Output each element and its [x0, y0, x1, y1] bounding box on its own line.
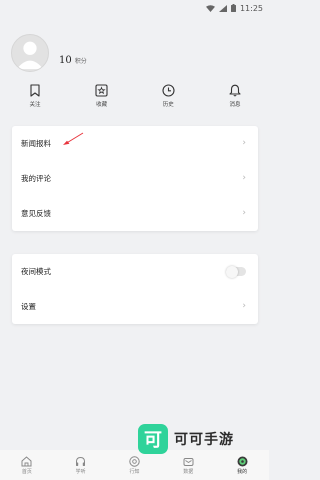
- bottom-nav: 首页 学听 行知 数据 我的: [0, 450, 269, 480]
- signal-icon: [218, 4, 227, 12]
- messages-label: 消息: [229, 102, 241, 108]
- bell-icon: [229, 84, 241, 97]
- watermark-text: 可可手游: [174, 432, 234, 448]
- star-box-icon: [95, 84, 108, 97]
- nav-data[interactable]: 数据: [168, 456, 208, 475]
- nav-listen-label: 学听: [75, 468, 86, 475]
- watermark: 可 可可手游: [138, 424, 234, 454]
- nav-explore[interactable]: 行知: [114, 455, 154, 475]
- feedback-label: 意见反馈: [21, 209, 51, 218]
- menu-group-primary: 新闻报料 › 我的评论 › 意见反馈 ›: [12, 126, 258, 231]
- status-bar: 11:25: [0, 0, 269, 16]
- nav-explore-label: 行知: [129, 468, 140, 475]
- nav-profile-label: 我的: [237, 468, 248, 475]
- night-mode-item: 夜间模式: [12, 254, 258, 289]
- wifi-icon: [205, 4, 215, 12]
- points-unit: 积分: [74, 58, 87, 65]
- news-tip-label: 新闻报料: [21, 139, 51, 148]
- points-value: 10: [59, 55, 72, 66]
- favorites-label: 收藏: [96, 102, 108, 108]
- annotation-arrow-icon: [63, 132, 84, 145]
- menu-group-secondary: 夜间模式 设置 ›: [12, 254, 258, 324]
- news-tip-item[interactable]: 新闻报料 ›: [12, 126, 258, 161]
- chevron-right-icon: ›: [242, 173, 246, 183]
- default-avatar-icon: [16, 41, 44, 70]
- avatar[interactable]: [11, 34, 49, 72]
- clock-icon: [162, 84, 175, 97]
- mail-icon: [183, 457, 194, 466]
- watermark-logo: 可: [138, 424, 168, 454]
- my-comments-item[interactable]: 我的评论 ›: [12, 161, 258, 196]
- night-mode-toggle[interactable]: [226, 265, 246, 278]
- history-label: 历史: [162, 102, 174, 108]
- chevron-right-icon: ›: [242, 208, 246, 218]
- my-comments-label: 我的评论: [21, 174, 51, 183]
- battery-icon: [230, 4, 236, 12]
- compass-icon: [129, 455, 140, 467]
- follow-label: 关注: [29, 102, 41, 108]
- points-display[interactable]: 10 积分: [59, 55, 87, 66]
- nav-listen[interactable]: 学听: [61, 456, 101, 475]
- home-icon: [21, 455, 32, 466]
- profile-header: 10 积分: [11, 34, 87, 72]
- history-button[interactable]: 历史: [145, 84, 191, 114]
- chevron-right-icon: ›: [242, 301, 246, 311]
- headphones-icon: [76, 456, 86, 466]
- nav-data-label: 数据: [183, 468, 194, 475]
- follow-button[interactable]: 关注: [12, 84, 58, 114]
- settings-label: 设置: [21, 302, 36, 311]
- feedback-item[interactable]: 意见反馈 ›: [12, 196, 258, 231]
- messages-button[interactable]: 消息: [212, 84, 258, 114]
- quick-actions: 关注 收藏 历史 消息: [12, 84, 258, 114]
- bookmark-icon: [30, 84, 40, 97]
- nav-profile[interactable]: 我的: [222, 456, 262, 475]
- profile-icon: [237, 456, 248, 466]
- nav-home[interactable]: 首页: [7, 455, 47, 475]
- status-time: 11:25: [239, 3, 263, 13]
- chevron-right-icon: ›: [242, 138, 246, 148]
- nav-home-label: 首页: [21, 468, 32, 475]
- favorites-button[interactable]: 收藏: [79, 84, 125, 114]
- settings-item[interactable]: 设置 ›: [12, 289, 258, 324]
- night-mode-label: 夜间模式: [21, 267, 51, 276]
- toggle-knob: [226, 265, 238, 278]
